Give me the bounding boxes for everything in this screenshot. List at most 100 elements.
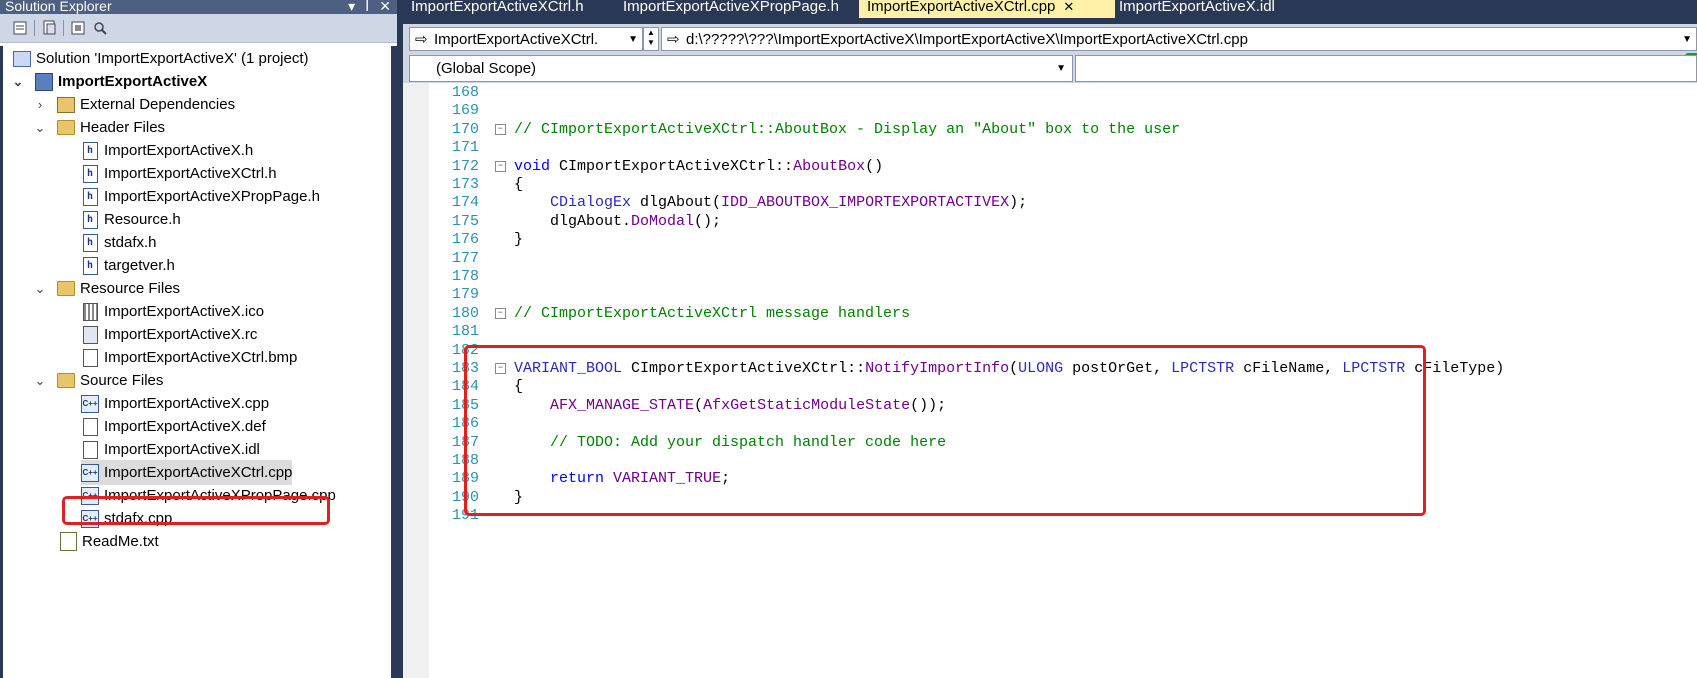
chevron-down-icon[interactable]: ⌄: [33, 281, 47, 296]
line-number: 176: [451, 231, 479, 249]
collapse-icon[interactable]: −: [495, 160, 506, 172]
tree-item-label: ImportExportActiveX.h: [104, 142, 254, 159]
tree-item-file[interactable]: h ImportExportActiveX.h: [81, 138, 253, 163]
class-dropdown[interactable]: ⇨ ImportExportActiveXCtrl. ▼: [409, 27, 643, 51]
resource-file-icon: [82, 325, 98, 344]
tree-item-file[interactable]: h stdafx.h: [81, 230, 157, 255]
tree-item-label: ImportExportActiveXCtrl.h: [104, 165, 277, 182]
tree-item-file[interactable]: ImportExportActiveX.def: [81, 414, 266, 439]
class-arrow-icon: ⇨: [415, 31, 428, 48]
file-path-value: d:\?????\???\ImportExportActiveX\ImportE…: [686, 31, 1248, 48]
collapse-icon[interactable]: −: [495, 123, 506, 135]
tree-item-resource-files[interactable]: ⌄ Resource Files: [33, 276, 181, 301]
solution-icon: [13, 50, 31, 67]
tree-item-file[interactable]: C++ ImportExportActiveX.cpp: [81, 391, 269, 416]
folder-icon: [57, 373, 75, 388]
close-tab-icon[interactable]: ✕: [1063, 0, 1074, 14]
tree-item-file[interactable]: ImportExportActiveXCtrl.bmp: [81, 345, 297, 370]
line-number: 169: [451, 102, 479, 120]
scope-bar: (Global Scope) ▼: [403, 55, 1697, 83]
tree-item-file[interactable]: h ImportExportActiveXCtrl.h: [81, 161, 277, 186]
dropdown-arrow-icon: ▼: [1056, 63, 1066, 74]
tree-item-label: targetver.h: [104, 257, 175, 274]
tree-item-label: ImportExportActiveX.idl: [104, 441, 260, 458]
tree-item-label: ImportExportActiveX.rc: [104, 326, 258, 343]
tree-item-label: ImportExportActiveX.ico: [104, 303, 265, 320]
scope-dropdown-value: (Global Scope): [436, 60, 537, 77]
class-diagram-icon[interactable]: [70, 20, 86, 36]
tab-importexportactivexproppage-h[interactable]: ImportExportActiveXPropPage.h: [615, 0, 863, 18]
folder-icon: [57, 120, 75, 135]
window-position-dropdown-icon[interactable]: ▾: [348, 0, 355, 13]
code-annotation-box: [464, 345, 1426, 516]
code-text: void CImportExportActiveXCtrl::AboutBox(…: [514, 157, 884, 175]
line-number: 181: [451, 323, 479, 341]
toolbar-separator: [34, 20, 35, 36]
solution-explorer-title-bar: Solution Explorer ▾ ꟾ ✕: [0, 0, 397, 14]
tree-item-file[interactable]: ReadMe.txt: [59, 529, 159, 554]
line-number: 180: [451, 304, 479, 322]
close-icon[interactable]: ✕: [379, 0, 391, 13]
tree-item-label: Solution 'ImportExportActiveX' (1 projec…: [36, 50, 309, 67]
header-file-icon: h: [82, 164, 98, 183]
header-file-icon: h: [82, 187, 98, 206]
pin-icon[interactable]: ꟾ: [365, 0, 369, 13]
chevron-down-icon[interactable]: ⌄: [11, 74, 25, 89]
code-text: CDialogEx dlgAbout(IDD_ABOUTBOX_IMPORTEX…: [550, 194, 1028, 212]
tree-item-label: External Dependencies: [80, 96, 236, 113]
dropdown-arrow-icon: ▼: [1682, 34, 1692, 45]
line-number: 171: [451, 139, 479, 157]
line-number: 170: [451, 120, 479, 138]
solution-explorer-panel: Solution Explorer ▾ ꟾ ✕ Solution 'Import…: [0, 0, 397, 678]
tree-item-file[interactable]: ImportExportActiveX.idl: [81, 437, 260, 462]
split-spinner[interactable]: ▲ ▼: [643, 27, 659, 51]
indicator-margin: [403, 83, 429, 678]
text-file-icon: [59, 532, 77, 551]
tree-item-file[interactable]: h targetver.h: [81, 253, 175, 278]
tree-item-header-files[interactable]: ⌄ Header Files: [33, 115, 166, 140]
dependencies-icon: [57, 96, 75, 113]
solution-tree: Solution 'ImportExportActiveX' (1 projec…: [0, 46, 397, 678]
tab-importexportactivexctrl-cpp[interactable]: ImportExportActiveXCtrl.cpp ✕: [859, 0, 1115, 18]
tree-item-file-selected[interactable]: C++ ImportExportActiveXCtrl.cpp: [81, 460, 293, 485]
tab-label: ImportExportActiveXPropPage.h: [623, 0, 839, 15]
tree-item-label: stdafx.h: [104, 234, 157, 251]
tree-item-file[interactable]: ImportExportActiveX.rc: [81, 322, 257, 347]
tree-item-label: ImportExportActiveXCtrl.bmp: [104, 349, 298, 366]
tree-item-project[interactable]: ⌄ ImportExportActiveX: [11, 69, 207, 94]
tree-item-source-files[interactable]: ⌄ Source Files: [33, 368, 164, 393]
tree-item-file[interactable]: ImportExportActiveX.ico: [81, 299, 264, 324]
code-text: }: [514, 231, 524, 249]
tab-label: ImportExportActiveXCtrl.cpp: [867, 0, 1056, 15]
line-number: 178: [451, 268, 479, 285]
tab-importexportactivex-idl[interactable]: ImportExportActiveX.idl: [1111, 0, 1319, 18]
tree-item-external-dependencies[interactable]: › External Dependencies: [33, 92, 235, 117]
tab-importexportactivexctrl-h[interactable]: ImportExportActiveXCtrl.h: [403, 0, 615, 18]
view-icon[interactable]: [92, 20, 108, 36]
toolbar-separator: [63, 20, 64, 36]
code-text: dlgAbout.DoModal();: [514, 212, 722, 230]
code-text: // CImportExportActiveXCtrl message hand…: [514, 304, 911, 322]
header-file-icon: h: [82, 141, 98, 160]
file-path-dropdown[interactable]: ⇨ d:\?????\???\ImportExportActiveX\Impor…: [661, 27, 1697, 51]
scope-dropdown[interactable]: (Global Scope) ▼: [409, 55, 1073, 82]
tree-item-file[interactable]: h ImportExportActiveXPropPage.h: [81, 184, 320, 209]
tree-item-file[interactable]: h Resource.h: [81, 207, 181, 232]
collapse-icon[interactable]: −: [495, 307, 506, 319]
tree-item-solution[interactable]: Solution 'ImportExportActiveX' (1 projec…: [13, 46, 309, 71]
chevron-right-icon[interactable]: ›: [33, 97, 47, 112]
header-file-icon: h: [82, 233, 98, 252]
tree-item-label: ImportExportActiveX: [58, 73, 208, 90]
icon-file-icon: [82, 302, 98, 321]
document-tab-bar: ImportExportActiveXCtrl.h ImportExportAc…: [403, 0, 1697, 18]
chevron-down-icon[interactable]: ⌄: [33, 120, 47, 135]
header-file-icon: h: [82, 210, 98, 229]
idl-file-icon: [82, 440, 98, 459]
class-dropdown-value: ImportExportActiveXCtrl.: [434, 31, 599, 48]
properties-icon[interactable]: [12, 20, 28, 36]
def-file-icon: [82, 417, 98, 436]
show-all-files-icon[interactable]: [41, 20, 57, 36]
solution-explorer-title: Solution Explorer: [5, 0, 112, 14]
chevron-down-icon[interactable]: ⌄: [33, 373, 47, 388]
member-dropdown[interactable]: [1075, 55, 1697, 82]
